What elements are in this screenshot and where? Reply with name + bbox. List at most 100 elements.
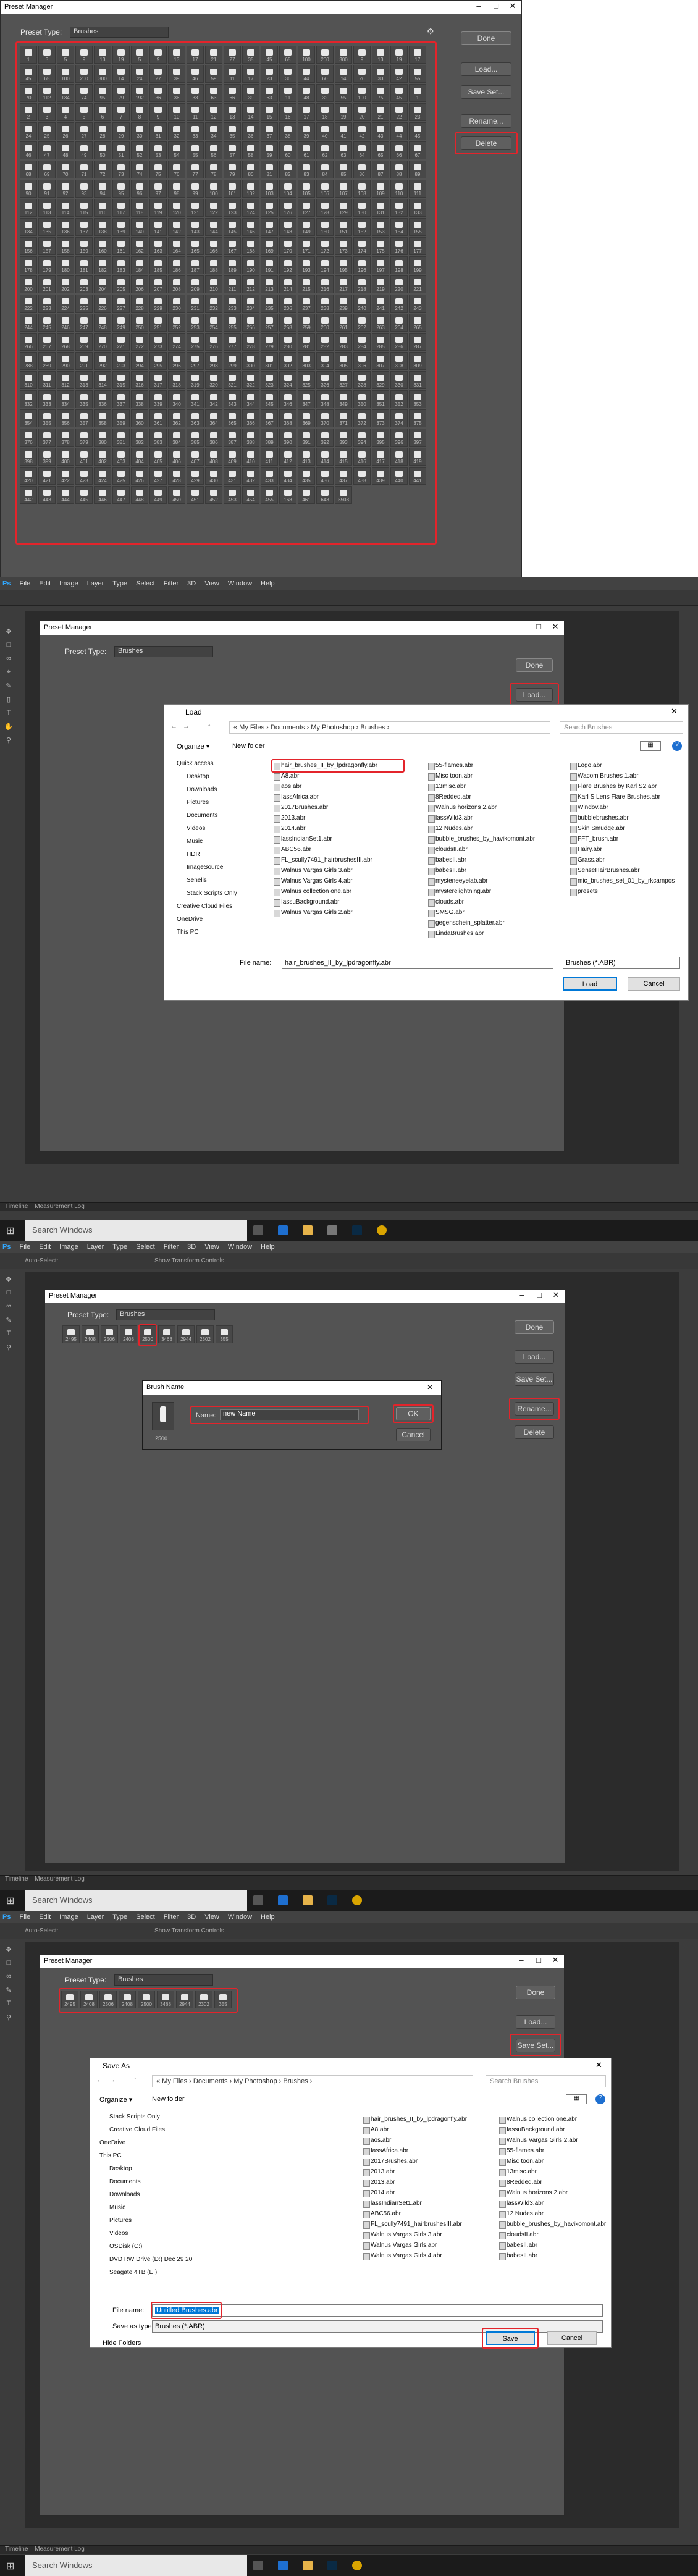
brush-preset-cell[interactable]: 292 xyxy=(94,352,111,370)
file-item[interactable]: 13misc.abr xyxy=(427,781,563,792)
load-button[interactable]: Load... xyxy=(515,1350,554,1364)
brush-preset-cell[interactable]: 14 xyxy=(242,103,259,121)
name-input[interactable]: new Name xyxy=(220,1409,359,1420)
file-item[interactable]: aos.abr xyxy=(362,2135,492,2146)
brush-preset-cell[interactable]: 407 xyxy=(187,448,204,466)
brush-preset-cell[interactable]: 27 xyxy=(224,46,241,64)
brush-preset-cell[interactable]: 209 xyxy=(187,275,204,293)
brush-preset-cell[interactable]: 351 xyxy=(372,390,389,408)
brush-preset-cell[interactable]: 13 xyxy=(372,46,389,64)
brush-preset-cell[interactable]: 377 xyxy=(38,429,56,447)
brush-preset-cell[interactable]: 47 xyxy=(38,141,56,159)
brush-preset-cell[interactable]: 168 xyxy=(242,237,259,255)
brush-preset-cell[interactable]: 293 xyxy=(112,352,130,370)
brush-preset-cell[interactable]: 221 xyxy=(409,275,426,293)
preset-type-select[interactable]: Brushes xyxy=(116,1309,215,1320)
brush-preset-cell[interactable]: 176 xyxy=(390,237,408,255)
brush-preset-cell[interactable]: 390 xyxy=(279,429,296,447)
load-button[interactable]: Load... xyxy=(516,2015,555,2029)
brush-preset-cell[interactable]: 120 xyxy=(168,199,185,217)
brush-preset-cell[interactable]: 338 xyxy=(131,390,148,408)
brush-preset-cell[interactable]: 316 xyxy=(131,371,148,389)
brush-preset-cell[interactable]: 454 xyxy=(242,486,259,504)
brush-row[interactable]: 2495 2408 2506 2408 2500 3468 2944 2302 355 xyxy=(62,1325,266,1345)
brush-preset-cell[interactable]: 53 xyxy=(149,141,167,159)
brush-preset-cell[interactable]: 429 xyxy=(187,467,204,485)
brush-preset-cell[interactable]: 143 xyxy=(187,218,204,236)
brush-preset-cell[interactable]: 311 xyxy=(38,371,56,389)
brush-preset-cell[interactable]: 65 xyxy=(38,65,56,83)
file-item[interactable]: Walnus Vargas Girls 3.abr xyxy=(362,2230,492,2240)
windows-start-icon[interactable]: ⊞ xyxy=(6,1895,14,1907)
file-item[interactable]: Walnus horizons 2.abr xyxy=(427,802,563,813)
file-item[interactable]: A8.abr xyxy=(272,771,402,781)
hand-tool-icon[interactable]: ✋ xyxy=(4,723,14,731)
brush-preset-cell[interactable]: 15 xyxy=(261,103,278,121)
brush-preset-cell[interactable]: 202 xyxy=(57,275,74,293)
windows-start-icon[interactable]: ⊞ xyxy=(6,1225,14,1237)
brush-preset-cell[interactable]: 436 xyxy=(316,467,334,485)
brush-preset-cell[interactable]: 219 xyxy=(372,275,389,293)
nav-item[interactable]: Documents xyxy=(177,809,257,822)
brush-preset-cell[interactable]: 203 xyxy=(75,275,93,293)
brush-preset-cell[interactable]: 172 xyxy=(316,237,334,255)
file-item[interactable]: Wacom Brushes 1.abr xyxy=(569,771,686,781)
file-item[interactable]: babesII.abr xyxy=(427,855,563,865)
file-list-column-2[interactable]: 55-flames.abr Misc toon.abr 13misc.abr 8Red… xyxy=(427,760,563,946)
brush-preset-cell[interactable]: 445 xyxy=(75,486,93,504)
move-tool-icon[interactable]: ✥ xyxy=(4,1275,14,1284)
menu-3d[interactable]: 3D xyxy=(187,580,196,587)
brush-preset-cell[interactable]: 145 xyxy=(224,218,241,236)
chrome-icon[interactable] xyxy=(352,2561,362,2570)
brush-preset-cell[interactable]: 48 xyxy=(298,84,315,102)
brush-preset-cell[interactable]: 344 xyxy=(242,390,259,408)
brush-preset-cell[interactable]: 448 xyxy=(131,486,148,504)
brush-preset-cell[interactable]: 304 xyxy=(316,352,334,370)
brush-preset-cell[interactable]: 107 xyxy=(335,180,352,198)
brush-preset-cell[interactable]: 431 xyxy=(224,467,241,485)
save-button[interactable]: Save xyxy=(486,2331,535,2345)
brush-preset-cell[interactable]: 192 xyxy=(279,256,296,274)
brush-preset-cell[interactable]: 29 xyxy=(112,84,130,102)
menu-help[interactable]: Help xyxy=(261,580,275,587)
brush-preset-cell[interactable]: 129 xyxy=(335,199,352,217)
menu-edit[interactable]: Edit xyxy=(39,580,51,587)
brush-preset-cell[interactable]: 246 xyxy=(57,314,74,332)
brush-preset-cell[interactable]: 39 xyxy=(298,122,315,140)
brush-preset-cell[interactable]: 325 xyxy=(298,371,315,389)
file-type-select[interactable]: Brushes (*.ABR) xyxy=(563,957,680,969)
brush-preset-cell[interactable]: 173 xyxy=(335,237,352,255)
brush-preset-cell[interactable]: 382 xyxy=(131,429,148,447)
brush-preset-cell[interactable]: 402 xyxy=(94,448,111,466)
brush-preset-cell[interactable]: 184 xyxy=(131,256,148,274)
brush-preset-cell[interactable]: 62 xyxy=(316,141,334,159)
brush-preset-cell[interactable]: 60 xyxy=(316,65,334,83)
file-item[interactable]: Walnus Vargas Girls 4.abr xyxy=(362,2251,492,2261)
brush-preset-cell[interactable]: 194 xyxy=(316,256,334,274)
brush-preset-cell[interactable]: 199 xyxy=(409,256,426,274)
brush-preset-cell[interactable]: 66 xyxy=(390,141,408,159)
brush-preset-cell[interactable]: 185 xyxy=(149,256,167,274)
brush-preset-cell[interactable]: 182 xyxy=(94,256,111,274)
brush-preset-cell[interactable]: 286 xyxy=(390,333,408,351)
brush-preset-cell[interactable]: 17 xyxy=(298,103,315,121)
brush-preset-cell[interactable]: 368 xyxy=(279,409,296,427)
brush-preset-cell[interactable]: 25 xyxy=(38,122,56,140)
brush-preset-cell[interactable]: 73 xyxy=(112,161,130,178)
brush-preset-cell[interactable]: 259 xyxy=(298,314,315,332)
brush-preset-cell[interactable]: 262 xyxy=(353,314,371,332)
brush-preset-cell[interactable]: 122 xyxy=(205,199,222,217)
menu-file[interactable]: File xyxy=(19,580,30,587)
brush-preset-cell[interactable]: 2506 xyxy=(99,1991,117,2008)
brush-preset-cell[interactable]: 66 xyxy=(224,84,241,102)
brush-preset-cell[interactable]: 321 xyxy=(224,371,241,389)
brush-preset-cell[interactable]: 63 xyxy=(335,141,352,159)
brush-preset-cell[interactable]: 57 xyxy=(224,141,241,159)
eraser-tool-icon[interactable]: ▯ xyxy=(4,695,14,704)
brush-preset-cell[interactable]: 421 xyxy=(38,467,56,485)
brush-preset-cell[interactable]: 446 xyxy=(94,486,111,504)
brush-preset-cell[interactable]: 200 xyxy=(20,275,37,293)
brush-preset-cell[interactable]: 27 xyxy=(149,65,167,83)
brush-preset-cell[interactable]: 2500 xyxy=(139,1325,156,1343)
brush-preset-cell[interactable]: 119 xyxy=(149,199,167,217)
